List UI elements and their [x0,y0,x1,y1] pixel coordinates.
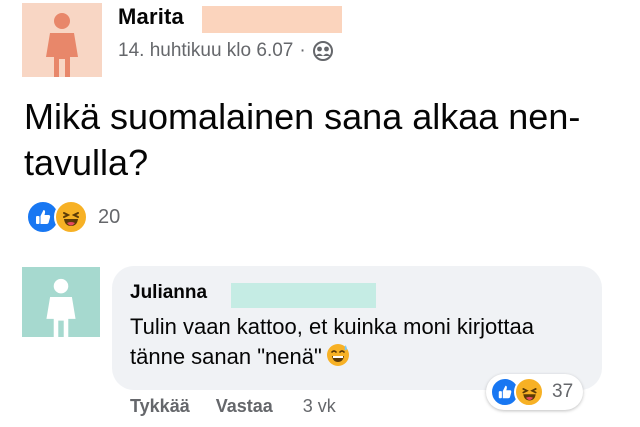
comment-timestamp[interactable]: 3 vk [303,396,336,417]
post-author-avatar[interactable] [22,3,102,77]
friends-icon[interactable] [312,40,334,62]
reply-comment-button[interactable]: Vastaa [216,396,273,417]
redacted-surname [202,6,342,33]
person-silhouette-icon [46,278,76,337]
grinning-sweat-emoji [326,343,350,375]
comment-author-name[interactable]: Julianna [130,282,207,304]
post-timestamp[interactable]: 14. huhtikuu klo 6.07 [118,40,293,62]
comment-author-avatar[interactable] [22,267,100,337]
comment-reaction-count: 37 [552,381,574,402]
comment-text: Tulin vaan kattoo, et kuinka moni kirjot… [130,312,590,375]
meta-separator: · [299,40,306,61]
haha-reaction-icon [54,200,88,234]
haha-reaction-icon [514,377,544,407]
like-comment-button[interactable]: Tykkää [130,396,190,417]
comment-reactions[interactable]: 37 [486,374,584,410]
post-text: Mikä suomalainen sana alkaa nen- tavulla… [24,96,581,183]
redacted-surname [231,283,376,308]
post-reactions[interactable]: 20 [26,200,120,234]
post-reaction-count[interactable]: 20 [98,206,120,229]
post-author-name[interactable]: Marita [118,4,184,30]
post-meta: 14. huhtikuu klo 6.07 · [118,40,334,62]
person-silhouette-icon [46,13,78,77]
comment-actions: Tykkää Vastaa 3 vk [130,396,336,417]
